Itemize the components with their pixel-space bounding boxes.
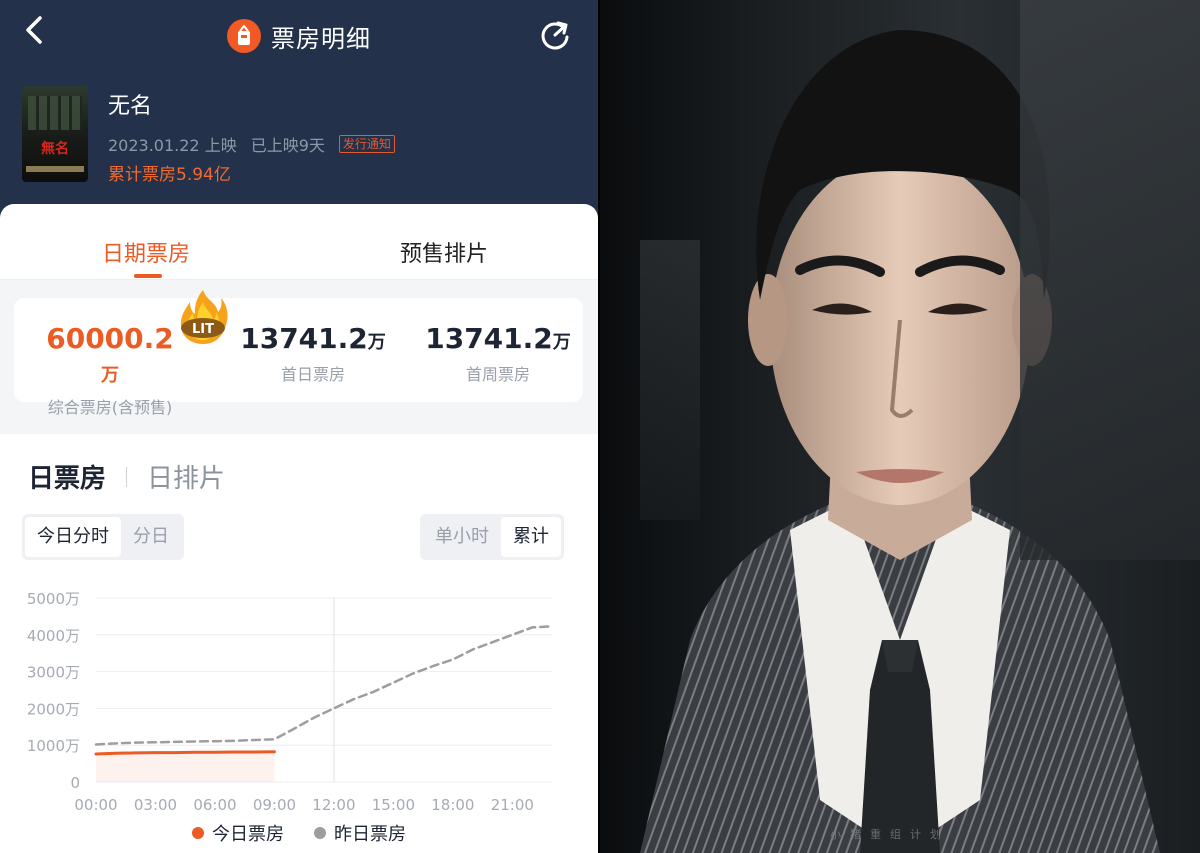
series-line-yesterday bbox=[94, 625, 554, 746]
box-office-app: 票房明细 無名 无名 2023.01.22 上映 已上映9天 发行通知 累计票房… bbox=[0, 0, 598, 853]
box-office-line-chart[interactable]: 5000万 4000万 3000万 2000万 1000万 0 00:00 03:00 06:0… bbox=[0, 574, 598, 849]
stats-card: 60000.2万 综合票房(含预售) 13741.2万 首日票房 13741.2… bbox=[14, 298, 583, 417]
poster-artwork bbox=[28, 96, 82, 130]
photo-watermark: 小猪重组计划 bbox=[830, 828, 950, 841]
stat-value: 13741.2 bbox=[425, 322, 553, 355]
legend-label-today: 今日票房 bbox=[212, 824, 284, 845]
divider bbox=[126, 466, 128, 487]
background-column bbox=[640, 240, 700, 520]
stat-first-week: 13741.2万 首周票房 bbox=[418, 322, 578, 385]
fire-badge-text: LIT bbox=[192, 322, 214, 337]
x-tick-label: 18:00 bbox=[431, 796, 474, 814]
share-icon[interactable] bbox=[538, 18, 572, 52]
stat-first-day: 13741.2万 首日票房 bbox=[228, 322, 398, 385]
y-tick-label: 5000万 bbox=[27, 590, 80, 608]
stat-total: 60000.2 万 综合票房(含预售) bbox=[40, 322, 180, 418]
legend-dot-yesterday bbox=[314, 827, 326, 839]
nav-title-group: 票房明细 bbox=[0, 18, 598, 54]
y-tick-label: 4000万 bbox=[27, 627, 80, 645]
tab-indicator bbox=[134, 274, 162, 278]
header: 票房明细 無名 无名 2023.01.22 上映 已上映9天 发行通知 累计票房… bbox=[0, 0, 598, 230]
x-tick-label: 00:00 bbox=[74, 796, 117, 814]
y-tick-label: 2000万 bbox=[27, 700, 80, 718]
stat-unit: 万 bbox=[552, 332, 571, 353]
aggregation-toggle: 单小时 累计 bbox=[420, 514, 564, 560]
stat-value: 60000.2 bbox=[46, 322, 174, 355]
background-window bbox=[1020, 0, 1200, 560]
movie-title: 无名 bbox=[108, 94, 153, 119]
legend-today[interactable]: 今日票房 bbox=[192, 820, 284, 846]
page-title: 票房明细 bbox=[271, 24, 371, 53]
stat-unit: 万 bbox=[101, 365, 119, 386]
movie-poster[interactable]: 無名 bbox=[22, 86, 88, 182]
stat-label: 首周票房 bbox=[465, 365, 530, 384]
x-tick-label: 06:00 bbox=[193, 796, 236, 814]
chart-legend: 今日票房 昨日票房 bbox=[0, 820, 598, 846]
toggle-single-hour[interactable]: 单小时 bbox=[423, 517, 501, 557]
days-showing: 已上映9天 bbox=[250, 136, 325, 155]
series-area-today bbox=[96, 751, 275, 782]
time-mode-toggle: 今日分时 分日 bbox=[22, 514, 184, 560]
y-tick-label: 0 bbox=[70, 774, 80, 792]
stat-value: 13741.2 bbox=[240, 322, 368, 355]
stat-label: 综合票房(含预售) bbox=[47, 398, 173, 417]
x-tick-label: 12:00 bbox=[312, 796, 355, 814]
detail-card: 日期票房 预售排片 60000.2万 综合票房(含预售) 13741.2万 首日… bbox=[0, 204, 598, 853]
total-box-office: 累计票房5.94亿 bbox=[108, 165, 231, 185]
actor-portrait-photo: 小猪重组计划 bbox=[600, 0, 1200, 853]
x-tick-label: 09:00 bbox=[253, 796, 296, 814]
stat-label: 首日票房 bbox=[280, 365, 345, 384]
release-notice-badge[interactable]: 发行通知 bbox=[338, 135, 395, 153]
section-tabs: 日票房 日排片 bbox=[28, 458, 225, 495]
release-date: 2023.01.22 上映 bbox=[108, 136, 237, 155]
toggle-by-day[interactable]: 分日 bbox=[121, 517, 181, 557]
poster-strip bbox=[26, 166, 84, 172]
y-tick-label: 3000万 bbox=[27, 664, 80, 682]
tab-daily-gross[interactable]: 日票房 bbox=[28, 458, 106, 495]
tab-bar: 日期票房 预售排片 bbox=[0, 204, 598, 280]
y-tick-label: 1000万 bbox=[27, 737, 80, 755]
tab-daily-schedule[interactable]: 日排片 bbox=[147, 458, 225, 495]
legend-yesterday[interactable]: 昨日票房 bbox=[314, 820, 406, 846]
x-tick-label: 03:00 bbox=[134, 796, 177, 814]
app-logo-icon bbox=[227, 19, 261, 53]
tab-daily-box-office[interactable]: 日期票房 bbox=[102, 236, 190, 268]
poster-logo: 無名 bbox=[41, 141, 69, 157]
toggle-cumulative[interactable]: 累计 bbox=[501, 517, 561, 557]
legend-dot-today bbox=[192, 827, 204, 839]
fire-icon: LIT bbox=[176, 288, 230, 346]
movie-meta: 2023.01.22 上映 已上映9天 发行通知 bbox=[108, 132, 395, 156]
x-tick-label: 21:00 bbox=[491, 796, 534, 814]
x-tick-label: 15:00 bbox=[372, 796, 415, 814]
tab-presale-schedule[interactable]: 预售排片 bbox=[400, 236, 488, 268]
stat-unit: 万 bbox=[367, 332, 386, 353]
legend-label-yesterday: 昨日票房 bbox=[334, 824, 406, 845]
toggle-today-hourly[interactable]: 今日分时 bbox=[25, 517, 121, 557]
